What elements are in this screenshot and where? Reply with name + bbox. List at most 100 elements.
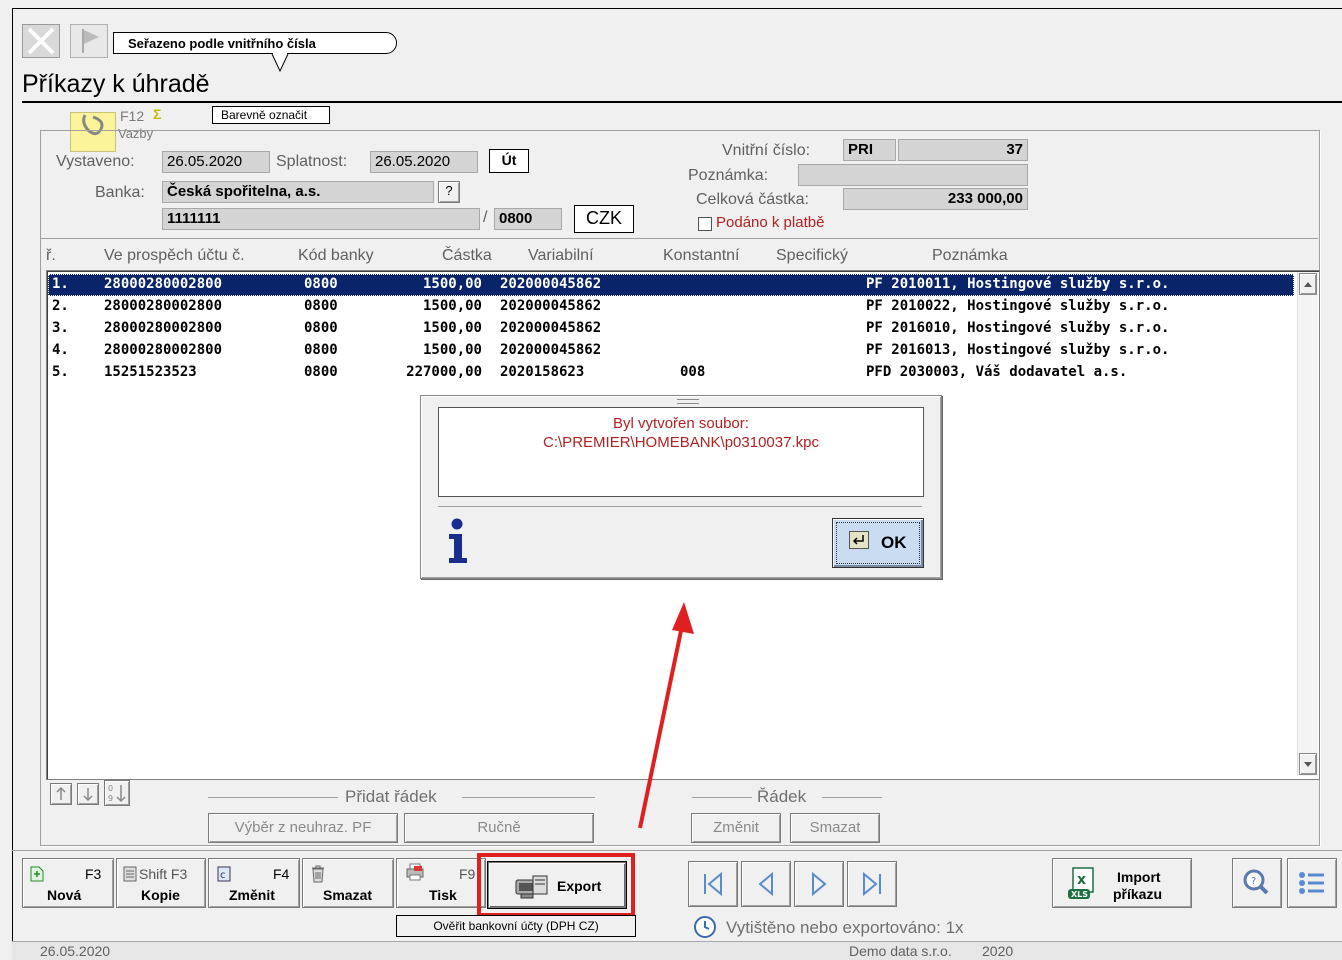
table-row[interactable]: 1. 28000280002800 0800 1500,00 202000045862 P… [48,274,1294,296]
first-record-button[interactable] [688,861,738,907]
delete-button[interactable]: Smazat [302,858,394,908]
slash-label: / [483,209,488,226]
celkova-label: Celková částka: [696,191,809,208]
sort-button[interactable]: 09 [104,780,130,806]
col-header-constant: Konstantní [663,247,740,264]
dialog-message-box: Byl vytvořen soubor: C:\PREMIER\HOMEBANK… [438,407,924,497]
day-badge: Út [489,149,529,173]
celkova-field: 233 000,00 [843,188,1028,210]
new-button[interactable]: F3 Nová [22,858,114,908]
svg-text:XLS: XLS [1071,890,1088,899]
col-header-variable: Variabilní [528,247,594,264]
edit-button[interactable]: c F4 Změnit [208,858,300,908]
col-header-amount: Částka [442,247,492,264]
select-unpaid-button[interactable]: Výběr z neuhraz. PF [208,813,398,843]
svg-text:?: ? [1251,876,1256,887]
printed-status: Vytištěno nebo exportováno: 1x [726,918,964,937]
ok-label: OK [881,533,907,552]
scroll-down-button[interactable] [1299,753,1317,775]
import-button[interactable]: x XLS Import příkazu [1052,858,1192,908]
poznamka-field[interactable] [798,164,1028,186]
clock-icon [694,916,716,938]
vnitrni-label: Vnitřní číslo: [722,142,811,159]
change-row-button[interactable]: Změnit [691,813,781,843]
app-window: Seřazeno podle vnitřního čísla Příkazy k… [0,0,1342,960]
svg-text:x: x [1077,872,1086,888]
window-top-border [12,8,1342,9]
edit-doc-icon: c [217,866,231,882]
table-row[interactable]: 2. 28000280002800 0800 1500,00 202000045862 P… [48,296,1294,318]
dialog-separator [438,506,922,507]
export-computer-icon [515,875,548,899]
row-divider-right [822,797,882,798]
close-icon[interactable] [22,24,60,58]
new-doc-icon [30,866,44,882]
banka-lookup-button[interactable]: ? [438,181,460,203]
col-header-specific: Specifický [776,247,849,264]
printer-icon [406,863,424,881]
move-down-button[interactable] [77,783,99,805]
scroll-up-button[interactable] [1299,273,1317,295]
row-divider-left [692,797,752,798]
copy-doc-icon [123,866,137,882]
ok-button[interactable]: OK [832,518,924,568]
red-arrow-annotation [638,602,694,829]
status-company: Demo data s.r.o. [849,943,952,959]
header-divider [40,238,1318,239]
list-settings-button[interactable] [1287,858,1337,908]
col-header-note: Poznámka [932,247,1008,264]
flag-icon[interactable] [70,24,108,58]
splatnost-field[interactable]: 26.05.2020 [370,151,478,173]
svg-text:c: c [220,870,226,881]
list-icon [1299,872,1324,894]
toolbar-divider [12,850,1342,851]
add-row-divider-left [208,797,338,798]
search-button[interactable]: ? [1232,858,1282,908]
col-header-bank: Kód banky [298,247,374,264]
splatnost-label: Splatnost: [276,153,348,170]
trash-icon [312,865,324,883]
vystaveno-field[interactable]: 26.05.2020 [162,151,270,173]
svg-text:0: 0 [108,784,113,793]
col-header-account: Ve prospěch účtu č. [104,247,245,264]
vnitrni-number-field[interactable]: 37 [898,139,1028,161]
export-button[interactable]: Export [488,862,626,908]
previous-record-button[interactable] [741,861,791,907]
col-header-n: ř. [46,247,56,264]
manual-add-button[interactable]: Ručně [404,813,594,843]
svg-text:9: 9 [108,794,113,803]
title-underline [22,101,1342,103]
status-year: 2020 [982,943,1014,959]
move-up-button[interactable] [50,783,72,805]
delete-row-button[interactable]: Smazat [790,813,880,843]
dialog-grip [677,399,699,404]
tooltip-pointer [271,53,289,73]
banka-label: Banka: [95,184,145,201]
page-title: Příkazy k úhradě [22,70,210,98]
color-mark-tooltip: Barevně označit [212,106,330,124]
copy-button[interactable]: Shift F3 Kopie [116,858,206,908]
banka-field[interactable]: Česká spořitelna, a.s. [162,181,434,203]
poznamka-label: Poznámka: [688,167,769,184]
dialog-message-line2: C:\PREMIER\HOMEBANK\p0310037.kpc [543,434,819,451]
info-dialog: Byl vytvořen soubor: C:\PREMIER\HOMEBANK… [420,395,942,579]
account-field[interactable]: 1111111 [162,208,480,230]
verify-accounts-button[interactable]: Ověřit bankovní účty (DPH CZ) [396,915,636,937]
podano-checkbox[interactable] [698,217,712,231]
sigma-icon[interactable]: Σ [153,106,161,122]
table-row[interactable]: 4. 28000280002800 0800 1500,00 202000045862 P… [48,340,1294,362]
last-record-button[interactable] [847,861,897,907]
currency-field[interactable]: CZK [574,205,634,233]
window-left-border [12,8,13,948]
grid-scrollbar[interactable] [1297,272,1318,776]
bank-code-field[interactable]: 0800 [494,208,562,230]
row-group-title: Řádek [757,787,807,806]
print-button[interactable]: F9 Tisk [396,858,486,908]
table-row[interactable]: 5. 15251523523 0800 227000,00 2020158623 008 P… [48,362,1294,384]
next-record-button[interactable] [794,861,844,907]
vnitrni-prefix-field[interactable]: PRI [843,139,896,161]
f12-label: F12 [120,108,145,124]
table-row[interactable]: 3. 28000280002800 0800 1500,00 202000045862 P… [48,318,1294,340]
excel-icon: x XLS [1068,867,1094,899]
podano-label: Podáno k platbě [716,214,825,231]
